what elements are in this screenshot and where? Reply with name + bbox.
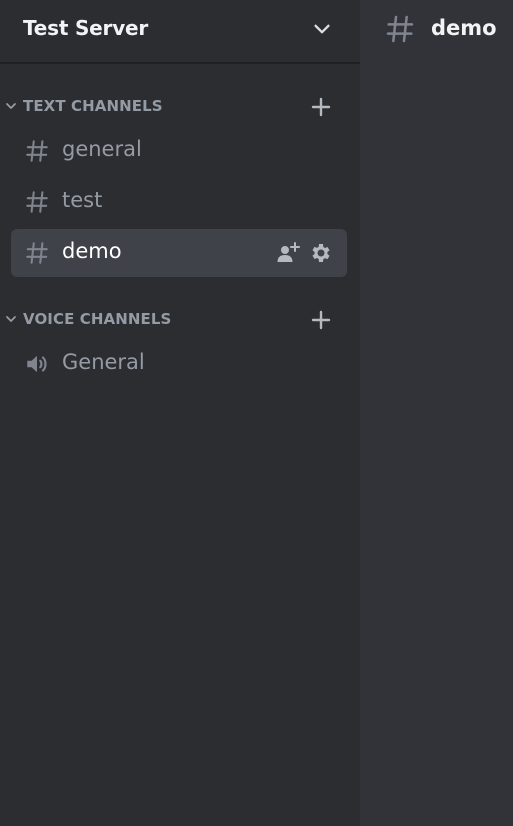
channel-demo[interactable]: demo [11,229,347,277]
hash-icon [26,191,48,213]
channel-actions [272,241,333,265]
hash-icon [386,15,414,43]
chevron-down-icon [6,103,16,109]
gear-icon[interactable] [309,241,333,265]
channel-label: general [62,137,142,161]
channel-test[interactable]: test [11,178,347,226]
create-channel-icon[interactable] [310,96,332,118]
server-header[interactable]: Test Server [0,0,360,64]
channel-sidebar: Test Server TEXT CHANNELS general test d… [0,0,360,826]
hash-icon [26,242,48,264]
channel-label: General [62,350,145,374]
create-channel-icon[interactable] [310,309,332,331]
channel-title: demo [431,16,497,40]
category-text-channels[interactable]: TEXT CHANNELS [0,94,360,120]
channel-label: demo [62,239,122,263]
channel-general[interactable]: general [11,127,347,175]
channel-voice-general[interactable]: General [11,340,347,388]
category-voice-channels[interactable]: VOICE CHANNELS [0,307,360,333]
category-label: TEXT CHANNELS [23,97,163,115]
category-label: VOICE CHANNELS [23,310,172,328]
server-name: Test Server [23,16,149,40]
channel-label: test [62,188,103,212]
invite-people-icon[interactable] [276,241,300,265]
channel-topbar: demo [360,0,513,64]
hash-icon [26,140,48,162]
chevron-down-icon[interactable] [311,18,333,40]
speaker-icon [27,355,47,373]
chevron-down-icon [6,316,16,322]
